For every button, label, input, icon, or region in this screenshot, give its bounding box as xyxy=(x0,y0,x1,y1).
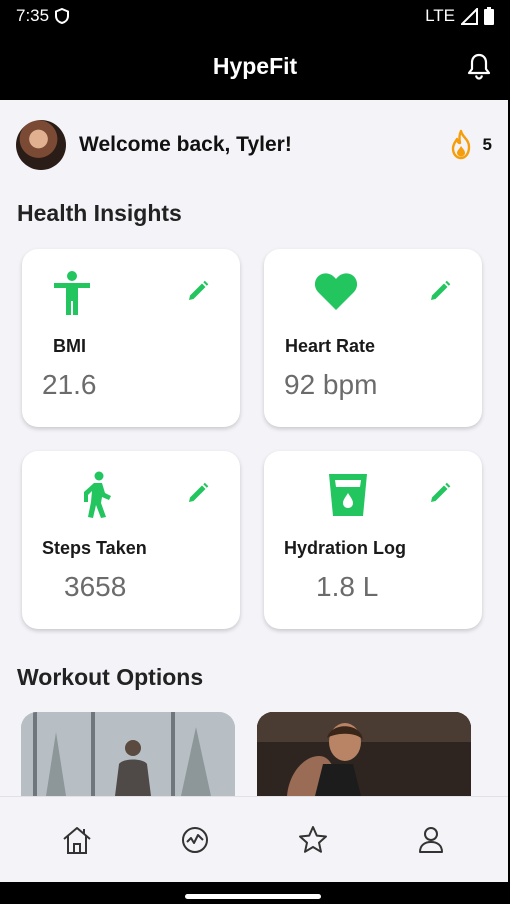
app-bar: HypeFit xyxy=(0,32,510,100)
steps-card[interactable]: Steps Taken 3658 xyxy=(22,451,240,629)
nav-profile[interactable] xyxy=(411,820,451,860)
gesture-handle[interactable] xyxy=(185,894,321,899)
shield-icon xyxy=(55,8,70,24)
heart-icon xyxy=(314,273,358,310)
card-value: 1.8 L xyxy=(316,571,379,602)
workout-option-card[interactable] xyxy=(257,712,471,796)
streak-count: 5 xyxy=(482,135,492,154)
status-indicators: LTE xyxy=(425,6,494,26)
card-label: Steps Taken xyxy=(42,538,147,558)
streak-counter[interactable]: 5 xyxy=(447,129,492,161)
heart-rate-card[interactable]: Heart Rate 92 bpm xyxy=(264,249,482,427)
card-value: 21.6 xyxy=(42,369,97,400)
workout-option-card[interactable] xyxy=(21,712,235,796)
avatar[interactable] xyxy=(16,120,66,170)
bmi-card[interactable]: BMI 21.6 xyxy=(22,249,240,427)
nav-favorites[interactable] xyxy=(293,820,333,860)
hydration-card[interactable]: Hydration Log 1.8 L xyxy=(264,451,482,629)
edit-icon[interactable] xyxy=(428,279,452,303)
nav-home[interactable] xyxy=(57,820,97,860)
water-glass-icon xyxy=(329,474,367,516)
main-content: Welcome back, Tyler! 5 Health Insights B… xyxy=(0,100,508,796)
gym-photo xyxy=(21,712,235,796)
signal-icon xyxy=(461,7,478,25)
flame-icon xyxy=(451,129,470,160)
workout-photo xyxy=(257,712,471,796)
bottom-navigation xyxy=(0,796,508,882)
app-title: HypeFit xyxy=(212,52,298,79)
walking-icon xyxy=(84,471,111,518)
card-value: 3658 xyxy=(64,571,127,602)
edit-icon[interactable] xyxy=(428,481,452,505)
activity-icon xyxy=(182,826,208,853)
card-label: BMI xyxy=(53,336,86,356)
battery-icon xyxy=(484,7,494,25)
notification-bell-icon[interactable] xyxy=(466,52,492,80)
status-time: 7:35 xyxy=(16,6,50,25)
welcome-message: Welcome back, Tyler! xyxy=(79,133,292,156)
card-label: Heart Rate xyxy=(285,336,376,356)
card-label: Hydration Log xyxy=(284,538,406,558)
edit-icon[interactable] xyxy=(186,279,210,303)
welcome-row: Welcome back, Tyler! 5 xyxy=(16,120,492,170)
network-label: LTE xyxy=(425,6,455,25)
profile-icon xyxy=(419,826,443,853)
status-time-group: 7:35 xyxy=(16,6,70,26)
system-gesture-bar xyxy=(0,882,510,904)
edit-icon[interactable] xyxy=(186,481,210,505)
nav-activity[interactable] xyxy=(175,820,215,860)
card-value: 92 bpm xyxy=(284,369,378,400)
home-icon xyxy=(63,826,91,854)
status-bar: 7:35 LTE xyxy=(0,0,510,32)
star-icon xyxy=(299,825,327,853)
health-insights-title: Health Insights xyxy=(17,200,182,226)
workout-options-title: Workout Options xyxy=(17,664,204,690)
person-icon xyxy=(54,271,90,315)
